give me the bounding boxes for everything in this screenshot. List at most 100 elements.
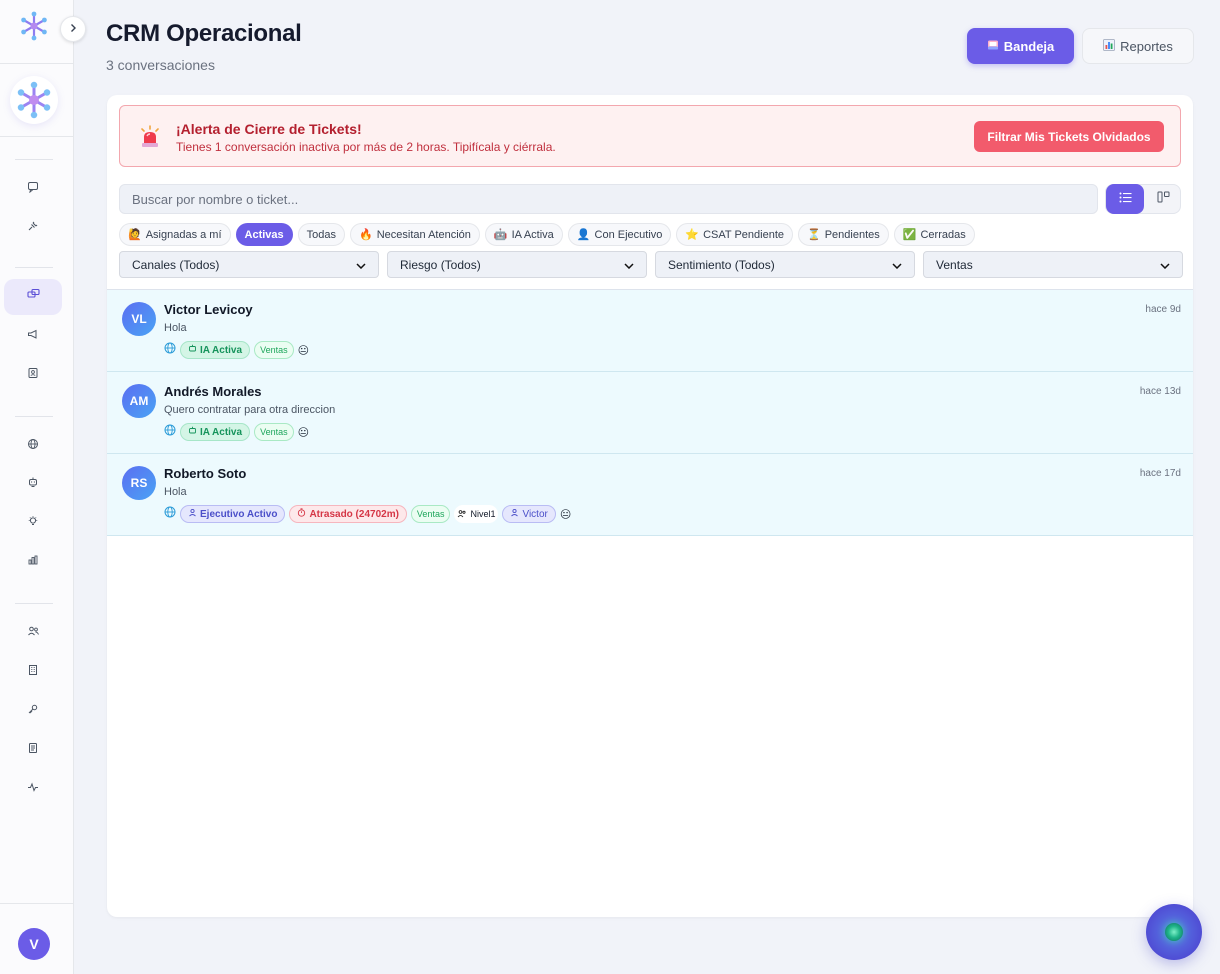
sidebar-item-contacts[interactable] <box>4 357 62 393</box>
risk-select[interactable]: Riesgo (Todos) <box>387 251 647 278</box>
filter-forgotten-tickets-button[interactable]: Filtrar Mis Tickets Olvidados <box>974 121 1164 152</box>
area-badge: Ventas <box>254 423 294 441</box>
ai-assistant-button[interactable] <box>1146 904 1202 960</box>
conversation-list: VL Victor Levicoy hace 9d Hola IA Activa… <box>107 289 1193 536</box>
conversation-tags: IA Activa Ventas 😐 <box>164 423 309 441</box>
sidebar-item-bot[interactable] <box>4 466 62 502</box>
megaphone-icon <box>27 327 39 345</box>
sidebar-item-analytics[interactable] <box>4 544 62 580</box>
key-icon <box>27 702 39 720</box>
chip-with-agent[interactable]: 👤 Con Ejecutivo <box>567 223 672 246</box>
search-input[interactable]: Buscar por nombre o ticket... <box>119 184 1098 214</box>
chip-need-attention[interactable]: 🔥 Necesitan Atención <box>350 223 480 246</box>
sidebar-item-documents[interactable] <box>4 732 62 768</box>
sidebar-item-globe[interactable] <box>4 428 62 464</box>
user-icon <box>510 508 519 520</box>
contact-avatar: AM <box>122 384 156 418</box>
sidebar-item-integrations[interactable] <box>4 210 62 246</box>
bot-icon <box>188 344 197 356</box>
sidebar-item-campaigns[interactable] <box>4 318 62 354</box>
chip-ai-active[interactable]: 🤖 IA Activa <box>484 223 563 246</box>
sentiment-emoji: 😐 <box>559 508 572 521</box>
sentiment-emoji: 😐 <box>297 426 310 439</box>
last-message: Hola <box>164 322 187 334</box>
siren-icon <box>138 124 162 150</box>
sidebar-toggle-button[interactable] <box>60 16 86 42</box>
conversation-row[interactable]: VL Victor Levicoy hace 9d Hola IA Activa… <box>107 290 1193 372</box>
sidebar-item-companies[interactable] <box>4 654 62 690</box>
sidebar-item-keys[interactable] <box>4 693 62 729</box>
users-icon <box>27 624 40 642</box>
sidebar-divider <box>15 603 53 604</box>
area-select[interactable]: Ventas <box>923 251 1183 278</box>
sidebar-divider <box>0 136 74 137</box>
contact-book-icon <box>27 366 39 384</box>
chip-closed[interactable]: ✅ Cerradas <box>893 223 975 246</box>
document-icon <box>27 741 39 759</box>
filter-chips: 🙋 Asignadas a mí Activas Todas 🔥 Necesitan… <box>119 223 975 246</box>
level-badge: Nivel1 <box>454 505 499 523</box>
chevron-down-icon <box>624 258 634 272</box>
plug-icon <box>27 219 39 237</box>
inbox-button[interactable]: Bandeja <box>967 28 1074 64</box>
status-badge: Ejecutivo Activo <box>180 505 286 523</box>
web-channel-icon <box>164 341 176 359</box>
sidebar-item-activity[interactable] <box>4 771 62 807</box>
sidebar-item-users[interactable] <box>4 615 62 651</box>
conversation-row[interactable]: AM Andrés Morales hace 13d Quero contrat… <box>107 372 1193 454</box>
inbox-icon <box>987 39 999 54</box>
ticket-close-alert: ¡Alerta de Cierre de Tickets! Tienes 1 c… <box>119 105 1181 167</box>
alert-title: ¡Alerta de Cierre de Tickets! <box>176 121 362 137</box>
status-badge: IA Activa <box>180 423 251 441</box>
sidebar-item-chat[interactable] <box>4 171 62 207</box>
sentiment-select[interactable]: Sentimiento (Todos) <box>655 251 915 278</box>
bot-icon <box>27 475 39 493</box>
reports-button[interactable]: Reportes <box>1082 28 1194 64</box>
contact-avatar: VL <box>122 302 156 336</box>
page-title: CRM Operacional <box>106 20 302 47</box>
chip-active[interactable]: Activas <box>235 223 293 246</box>
channels-select[interactable]: Canales (Todos) <box>119 251 379 278</box>
chip-csat-pending[interactable]: ⭐ CSAT Pendiente <box>676 223 794 246</box>
chevron-down-icon <box>1160 258 1170 272</box>
chevron-down-icon <box>356 258 366 272</box>
user-icon <box>188 508 197 520</box>
chart-icon <box>1103 38 1116 54</box>
kanban-view-button[interactable] <box>1146 185 1180 213</box>
chip-assigned-to-me[interactable]: 🙋 Asignadas a mí <box>119 223 231 246</box>
orb-icon <box>1165 923 1183 941</box>
contact-name: Andrés Morales <box>164 384 262 399</box>
last-message: Quero contratar para otra direccion <box>164 404 336 416</box>
sidebar-divider <box>15 416 53 417</box>
building-icon <box>27 663 39 681</box>
filter-selects: Canales (Todos) Riesgo (Todos) Sentimien… <box>119 251 1183 278</box>
sidebar-divider <box>0 903 74 904</box>
contact-avatar: RS <box>122 466 156 500</box>
sentiment-emoji: 😐 <box>297 344 310 357</box>
sla-late-badge: Atrasado (24702m) <box>289 505 407 523</box>
user-avatar[interactable]: V <box>18 928 50 960</box>
area-badge: Ventas <box>410 505 451 523</box>
sidebar-item-conversations[interactable] <box>4 279 62 315</box>
app-logo-icon[interactable] <box>18 10 50 42</box>
last-activity-time: hace 13d <box>1139 386 1181 397</box>
chevron-right-icon <box>68 20 78 38</box>
conversation-tags: IA Activa Ventas 😐 <box>164 341 309 359</box>
sidebar-divider <box>0 63 74 64</box>
conversations-panel: ¡Alerta de Cierre de Tickets! Tienes 1 c… <box>107 95 1193 917</box>
last-activity-time: hace 9d <box>1145 304 1181 315</box>
area-badge: Ventas <box>254 341 294 359</box>
view-toggle <box>1105 184 1181 214</box>
bot-icon <box>188 426 197 438</box>
sidebar-divider <box>15 267 53 268</box>
list-view-button[interactable] <box>1106 184 1144 214</box>
contact-name: Victor Levicoy <box>164 302 253 317</box>
conversation-tags: Ejecutivo Activo Atrasado (24702m) Venta… <box>164 505 571 523</box>
chip-all[interactable]: Todas <box>297 223 346 246</box>
sidebar-item-ideas[interactable] <box>4 505 62 541</box>
chip-pending[interactable]: ⏳ Pendientes <box>798 223 889 246</box>
status-badge: IA Activa <box>180 341 251 359</box>
brand-logo-icon <box>10 76 58 124</box>
conversation-row[interactable]: RS Roberto Soto hace 17d Hola Ejecutivo … <box>107 454 1193 536</box>
bar-chart-icon <box>27 553 39 571</box>
